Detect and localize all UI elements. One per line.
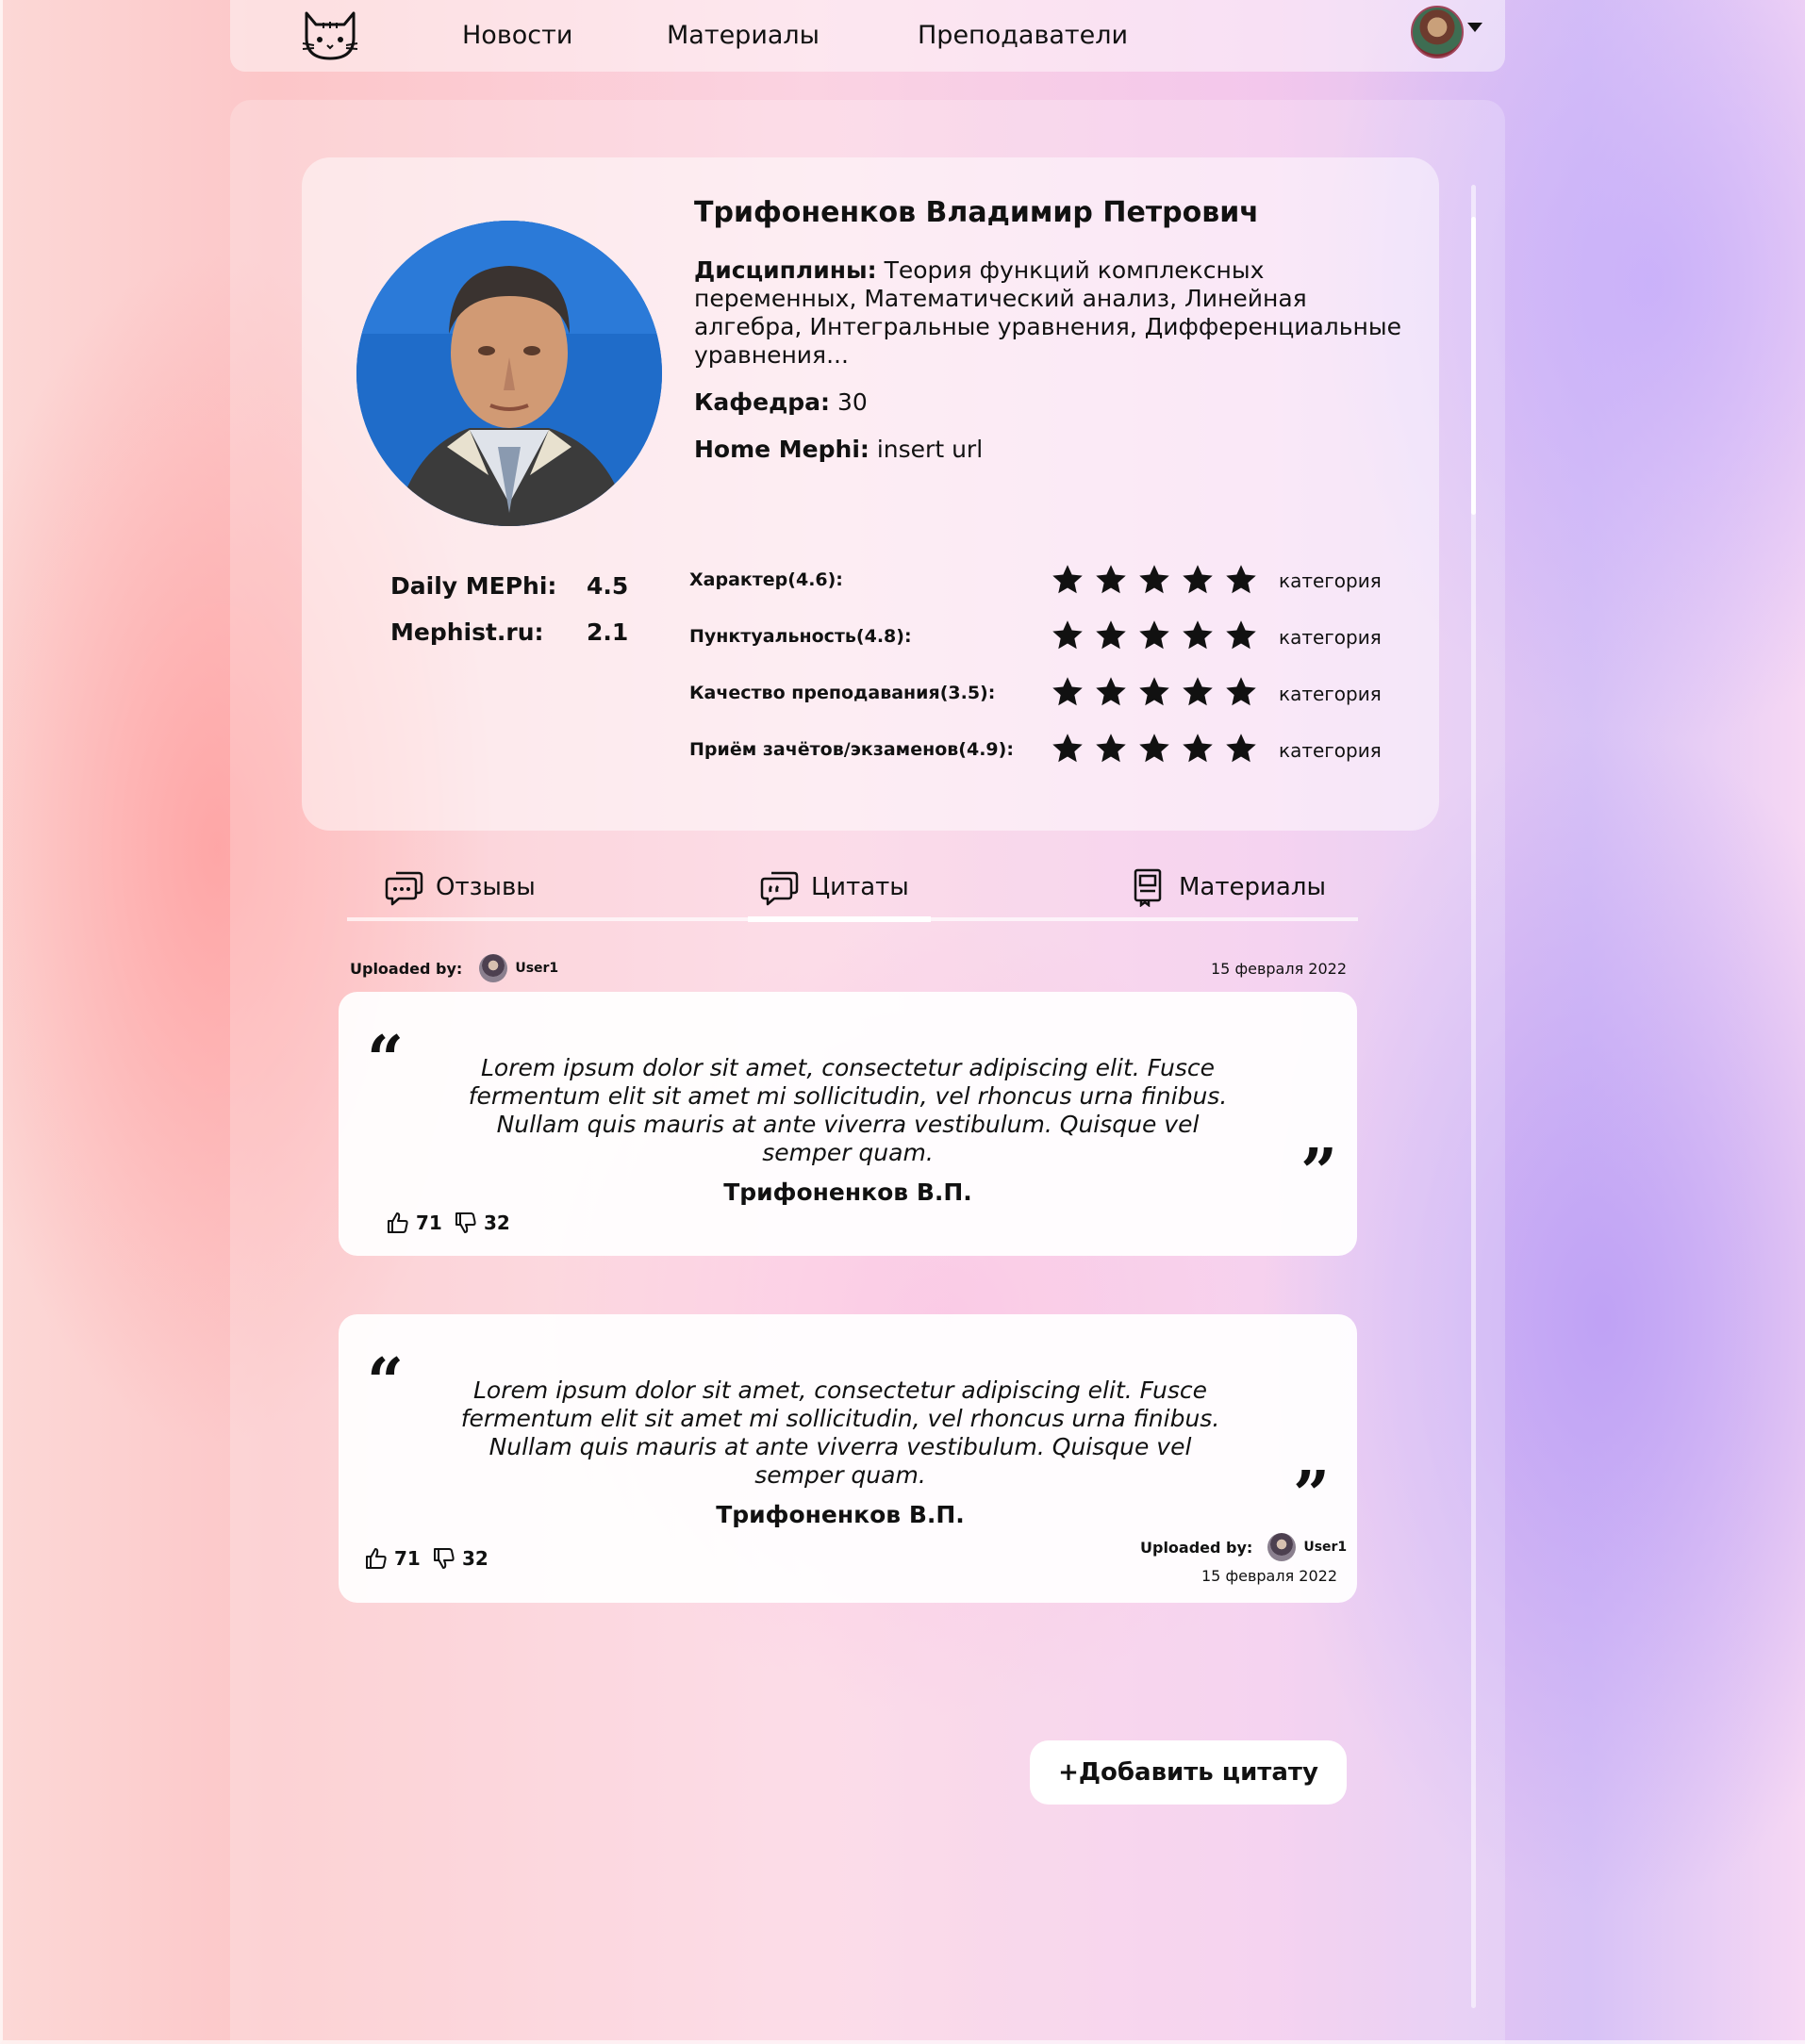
quote-author: Трифоненков В.П.: [716, 1501, 965, 1528]
star-icon[interactable]: [1224, 732, 1258, 766]
star-icon[interactable]: [1181, 675, 1215, 709]
dislike-count: 32: [462, 1547, 489, 1570]
nav-link-teachers[interactable]: Преподаватели: [918, 21, 1128, 50]
star-icon[interactable]: [1181, 732, 1215, 766]
star-rating-teaching-quality[interactable]: [1051, 675, 1258, 709]
nav-link-materials[interactable]: Материалы: [667, 21, 820, 50]
like-count: 71: [416, 1212, 442, 1234]
thumbs-up-icon: [388, 1212, 408, 1233]
category-tag-punctuality: категория: [1279, 626, 1382, 649]
quote-open-icon: “: [367, 1344, 405, 1420]
quote-card: “ Lorem ipsum dolor sit amet, consectetu…: [339, 992, 1357, 1256]
star-icon[interactable]: [1094, 563, 1128, 597]
tab-materials[interactable]: Материалы: [1128, 867, 1326, 907]
star-rating-exams[interactable]: [1051, 732, 1258, 766]
star-rating-character[interactable]: [1051, 563, 1258, 597]
quote-2-uploader: Uploaded by: User1: [1140, 1533, 1347, 1561]
star-rating-punctuality[interactable]: [1051, 618, 1258, 652]
category-tag-teaching-quality: категория: [1279, 683, 1382, 705]
star-icon[interactable]: [1224, 618, 1258, 652]
home-mephi-link[interactable]: insert url: [877, 436, 983, 463]
star-icon[interactable]: [1224, 563, 1258, 597]
quote-close-icon: ”: [1300, 1135, 1338, 1211]
star-icon[interactable]: [1137, 563, 1171, 597]
scrollbar-thumb[interactable]: [1471, 217, 1476, 515]
like-count: 71: [394, 1547, 421, 1570]
teacher-name: Трифоненков Владимир Петрович: [694, 196, 1259, 229]
category-label-teaching-quality: Качество преподавания(3.5):: [689, 683, 996, 703]
star-icon[interactable]: [1181, 563, 1215, 597]
quote-text: Lorem ipsum dolor sit amet, consectetur …: [468, 1054, 1228, 1166]
dislike-count: 32: [484, 1212, 510, 1234]
star-icon[interactable]: [1094, 732, 1128, 766]
thumbs-down-icon: [455, 1212, 476, 1233]
disciplines-label: Дисциплины:: [694, 256, 877, 284]
like-button[interactable]: 71: [364, 1546, 421, 1571]
star-icon[interactable]: [1094, 618, 1128, 652]
category-label-exams: Приём зачётов/экзаменов(4.9):: [689, 739, 1014, 760]
user-avatar[interactable]: [1411, 6, 1464, 58]
category-tag-character: категория: [1279, 569, 1382, 592]
nav-link-news[interactable]: Новости: [462, 21, 572, 50]
home-mephi-label: Home Mephi:: [694, 436, 869, 463]
star-icon[interactable]: [1224, 675, 1258, 709]
dislike-button[interactable]: 32: [432, 1546, 489, 1571]
uploader-avatar[interactable]: [1267, 1533, 1297, 1561]
star-icon[interactable]: [1137, 732, 1171, 766]
category-label-punctuality: Пунктуальность(4.8):: [689, 626, 912, 647]
score-label-daily-mephi: Daily MEPhi:: [390, 572, 557, 600]
thumbs-up-icon: [366, 1548, 387, 1569]
cat-logo-icon[interactable]: [301, 9, 359, 62]
star-icon[interactable]: [1137, 675, 1171, 709]
chat-quote-icon: [760, 871, 799, 906]
teacher-photo-illustration: [356, 221, 662, 526]
uploader-name[interactable]: User1: [515, 961, 558, 976]
score-value-mephist: 2.1: [587, 618, 629, 646]
star-icon[interactable]: [1051, 563, 1085, 597]
disciplines-info: Дисциплины: Теория функций комплексных п…: [694, 256, 1411, 370]
tab-quotes[interactable]: Цитаты: [760, 867, 909, 907]
star-icon[interactable]: [1051, 675, 1085, 709]
quote-open-icon: “: [367, 1022, 405, 1097]
department-label: Кафедра:: [694, 388, 831, 416]
department-info: Кафедра: 30: [694, 388, 868, 416]
quote-1-date: 15 февраля 2022: [1211, 960, 1348, 978]
uploader-name[interactable]: User1: [1303, 1540, 1347, 1555]
quote-close-icon: ”: [1293, 1458, 1331, 1533]
chat-dots-icon: [385, 871, 423, 906]
score-label-mephist: Mephist.ru:: [390, 618, 544, 646]
chevron-down-icon[interactable]: [1467, 23, 1482, 32]
uploaded-by-label: Uploaded by:: [350, 959, 463, 978]
star-icon[interactable]: [1051, 732, 1085, 766]
tab-reviews-label: Отзывы: [436, 873, 536, 901]
uploaded-by-label: Uploaded by:: [1140, 1538, 1253, 1557]
tab-quotes-label: Цитаты: [811, 873, 909, 901]
department-value: 30: [836, 388, 868, 416]
dislike-button[interactable]: 32: [454, 1211, 510, 1235]
quote-1-uploader: Uploaded by: User1: [350, 954, 558, 982]
star-icon[interactable]: [1181, 618, 1215, 652]
score-value-daily-mephi: 4.5: [587, 572, 629, 600]
thumbs-down-icon: [434, 1548, 455, 1569]
tab-reviews[interactable]: Отзывы: [385, 867, 536, 907]
add-quote-button[interactable]: +Добавить цитату: [1030, 1740, 1347, 1805]
tab-materials-label: Материалы: [1179, 873, 1326, 901]
star-icon[interactable]: [1137, 618, 1171, 652]
tab-active-indicator: [748, 916, 931, 922]
teacher-photo: [356, 221, 662, 526]
category-label-character: Характер(4.6):: [689, 569, 843, 590]
star-icon[interactable]: [1051, 618, 1085, 652]
document-icon: [1134, 868, 1162, 907]
like-button[interactable]: 71: [386, 1211, 442, 1235]
quote-card: “ Lorem ipsum dolor sit amet, consectetu…: [339, 1314, 1357, 1603]
home-mephi-info: Home Mephi: insert url: [694, 436, 983, 463]
star-icon[interactable]: [1094, 675, 1128, 709]
uploader-avatar[interactable]: [479, 954, 508, 982]
category-tag-exams: категория: [1279, 739, 1382, 762]
top-navbar: Новости Материалы Преподаватели: [230, 0, 1505, 72]
quote-author: Трифоненков В.П.: [723, 1179, 972, 1206]
quote-2-date: 15 февраля 2022: [1201, 1567, 1338, 1585]
quote-text: Lorem ipsum dolor sit amet, consectetur …: [460, 1376, 1220, 1489]
